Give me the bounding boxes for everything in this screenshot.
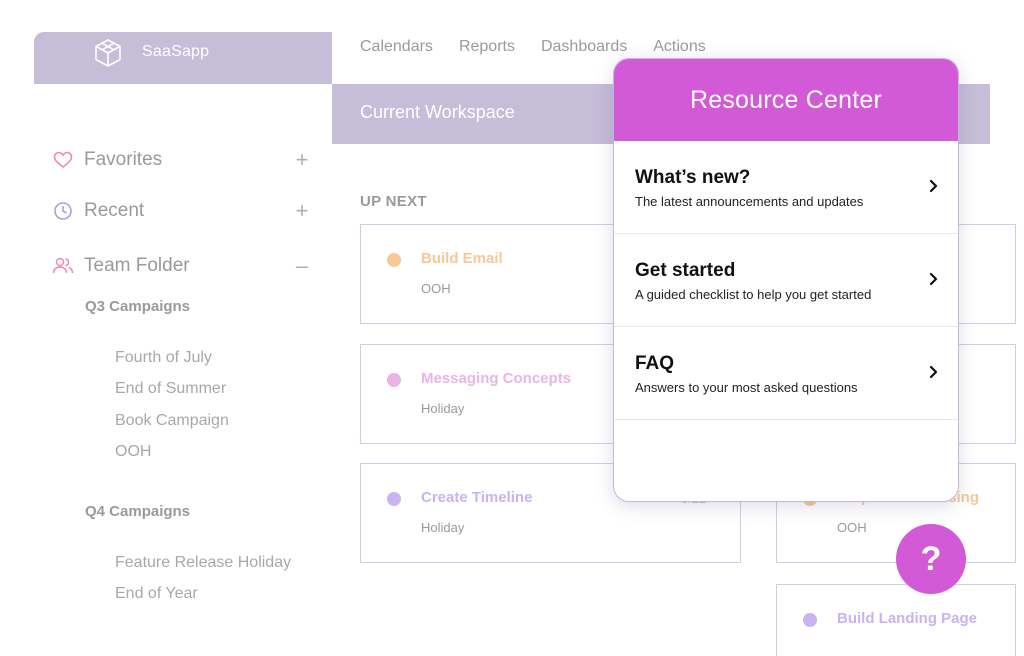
folder-item[interactable]: End of Summer — [115, 380, 226, 398]
brand-bar: SaaSapp — [34, 32, 332, 84]
help-button-label: ? — [920, 539, 942, 578]
chevron-right-icon — [929, 365, 938, 379]
workspace-title: Current Workspace — [360, 102, 515, 122]
task-title: Build Email — [421, 250, 503, 267]
sidebar-item-label: Team Folder — [84, 255, 190, 276]
rc-item-description: The latest announcements and updates — [635, 194, 864, 209]
users-icon — [52, 255, 74, 277]
folder-item[interactable]: Book Campaign — [115, 412, 229, 430]
task-title: Build Landing Page — [837, 610, 978, 627]
help-button[interactable]: ? — [896, 524, 966, 594]
section-title-q4: Q4 Campaigns — [85, 503, 191, 520]
folder-item[interactable]: OOH — [115, 443, 151, 461]
clock-icon — [52, 200, 74, 222]
cube-icon — [95, 39, 121, 67]
status-dot — [387, 492, 401, 506]
folder-item[interactable]: Feature Release Holiday — [115, 554, 291, 572]
rc-item-get-started[interactable]: Get started A guided checklist to help y… — [614, 234, 958, 327]
rc-item-title: FAQ — [635, 353, 675, 374]
chevron-right-icon — [929, 272, 938, 286]
status-dot — [387, 253, 401, 267]
heart-icon — [52, 149, 74, 171]
nav-calendars[interactable]: Calendars — [360, 38, 433, 60]
sidebar-item-favorites[interactable]: Favorites + — [52, 147, 312, 173]
top-nav: Calendars Reports Dashboards Actions — [360, 38, 706, 60]
sidebar-item-label: Recent — [84, 200, 145, 221]
task-title: Create Timeline — [421, 489, 533, 506]
rc-item-title: Get started — [635, 260, 736, 281]
folder-item[interactable]: Fourth of July — [115, 349, 212, 367]
sidebar-item-team-folder[interactable]: Team Folder – — [52, 253, 312, 279]
brand-name: SaaSapp — [142, 43, 210, 60]
resource-center-header: Resource Center — [614, 59, 958, 141]
nav-reports[interactable]: Reports — [459, 38, 515, 60]
task-tag: Holiday — [421, 401, 465, 416]
task-tag: OOH — [837, 520, 867, 535]
task-tag: Holiday — [421, 520, 465, 535]
sidebar-item-recent[interactable]: Recent + — [52, 198, 312, 224]
up-next-heading: UP NEXT — [360, 193, 427, 210]
task-title: Messaging Concepts — [421, 370, 572, 387]
add-favorite-button[interactable]: + — [292, 147, 312, 173]
add-recent-button[interactable]: + — [292, 198, 312, 224]
rc-item-description: Answers to your most asked questions — [635, 380, 858, 395]
nav-dashboards[interactable]: Dashboards — [541, 38, 627, 60]
section-title-q3: Q3 Campaigns — [85, 298, 191, 315]
rc-item-title: What’s new? — [635, 167, 751, 188]
status-dot — [387, 373, 401, 387]
folder-item[interactable]: End of Year — [115, 585, 198, 603]
resource-center-panel: Resource Center What’s new? The latest a… — [613, 58, 959, 502]
resource-center-title: Resource Center — [690, 85, 882, 114]
status-dot — [803, 613, 817, 627]
nav-actions[interactable]: Actions — [653, 38, 705, 60]
rc-item-description: A guided checklist to help you get start… — [635, 287, 872, 302]
rc-item-faq[interactable]: FAQ Answers to your most asked questions — [614, 327, 958, 420]
task-tag: OOH — [421, 281, 451, 296]
chevron-right-icon — [929, 179, 938, 193]
collapse-team-folder-button[interactable]: – — [292, 253, 312, 279]
task-card[interactable]: Build Landing Page — [776, 584, 1016, 656]
sidebar-item-label: Favorites — [84, 149, 163, 170]
rc-item-whats-new[interactable]: What’s new? The latest announcements and… — [614, 141, 958, 234]
